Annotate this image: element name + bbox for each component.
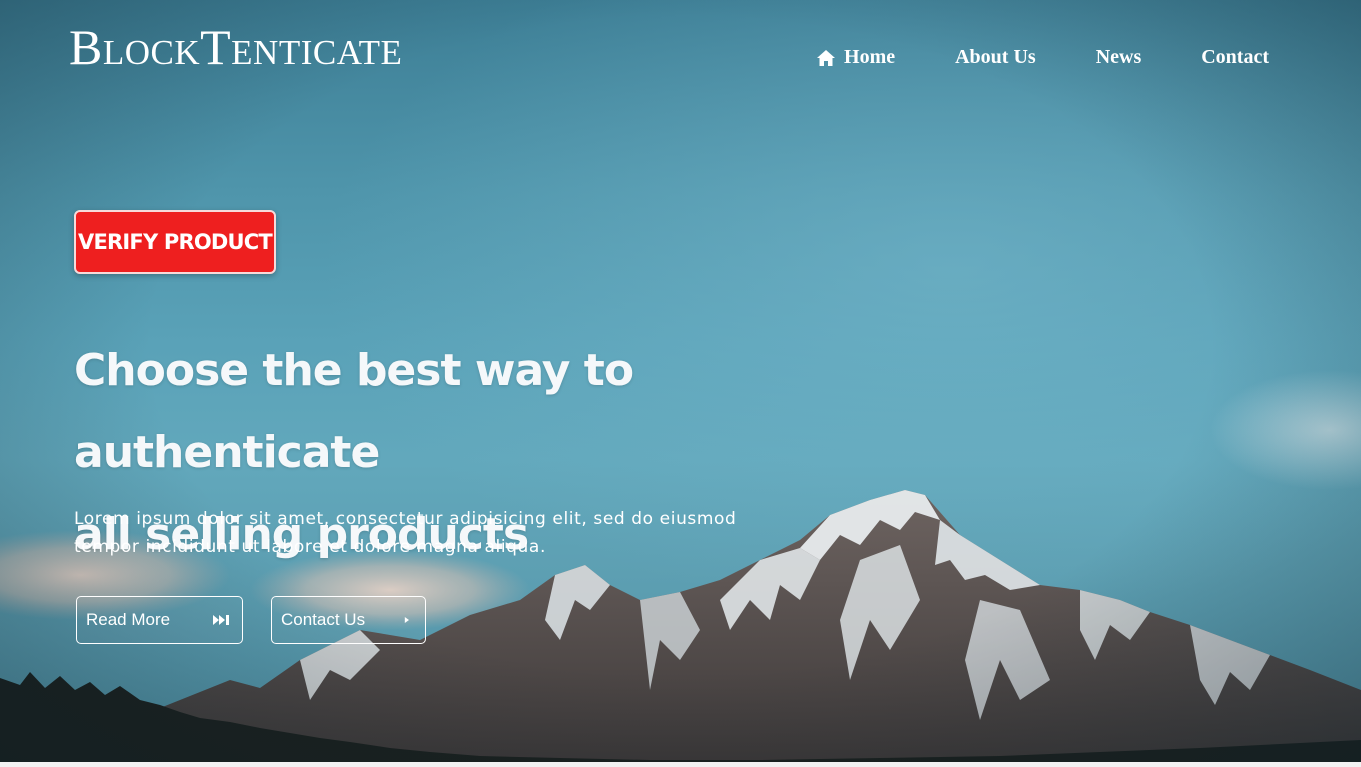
read-more-button[interactable]: Read More: [76, 596, 243, 644]
nav-home-label: Home: [844, 46, 896, 68]
hero-subtext: Lorem ipsum dolor sit amet, consectetur …: [74, 505, 794, 561]
nav-contact[interactable]: Contact: [1201, 46, 1269, 69]
nav-home[interactable]: Home: [816, 46, 895, 69]
contact-us-button[interactable]: Contact Us: [271, 596, 426, 644]
nav-contact-label: Contact: [1201, 46, 1269, 68]
hero-headline-line-1: Choose the best way to authenticate: [74, 345, 634, 478]
caret-right-icon: [404, 617, 409, 623]
main-nav: Home About Us News Contact: [816, 46, 1269, 69]
verify-product-button[interactable]: VERIFY PRODUCT: [74, 210, 276, 274]
read-more-label: Read More: [86, 610, 171, 629]
nav-about-us[interactable]: About Us: [955, 46, 1036, 69]
nav-about-us-label: About Us: [955, 46, 1036, 68]
hero-subtext-line-1: Lorem ipsum dolor sit amet, consectetur …: [74, 509, 737, 529]
nav-news[interactable]: News: [1096, 46, 1142, 69]
hero-subtext-line-2: tempor incididunt ut labore et dolore ma…: [74, 537, 546, 557]
nav-news-label: News: [1095, 46, 1142, 68]
brand-logo[interactable]: BlockTenticate: [69, 18, 402, 76]
home-icon: [817, 49, 836, 66]
contact-us-label: Contact Us: [281, 610, 366, 629]
fast-forward-icon: [213, 615, 229, 625]
page-bottom-edge: [0, 762, 1361, 767]
